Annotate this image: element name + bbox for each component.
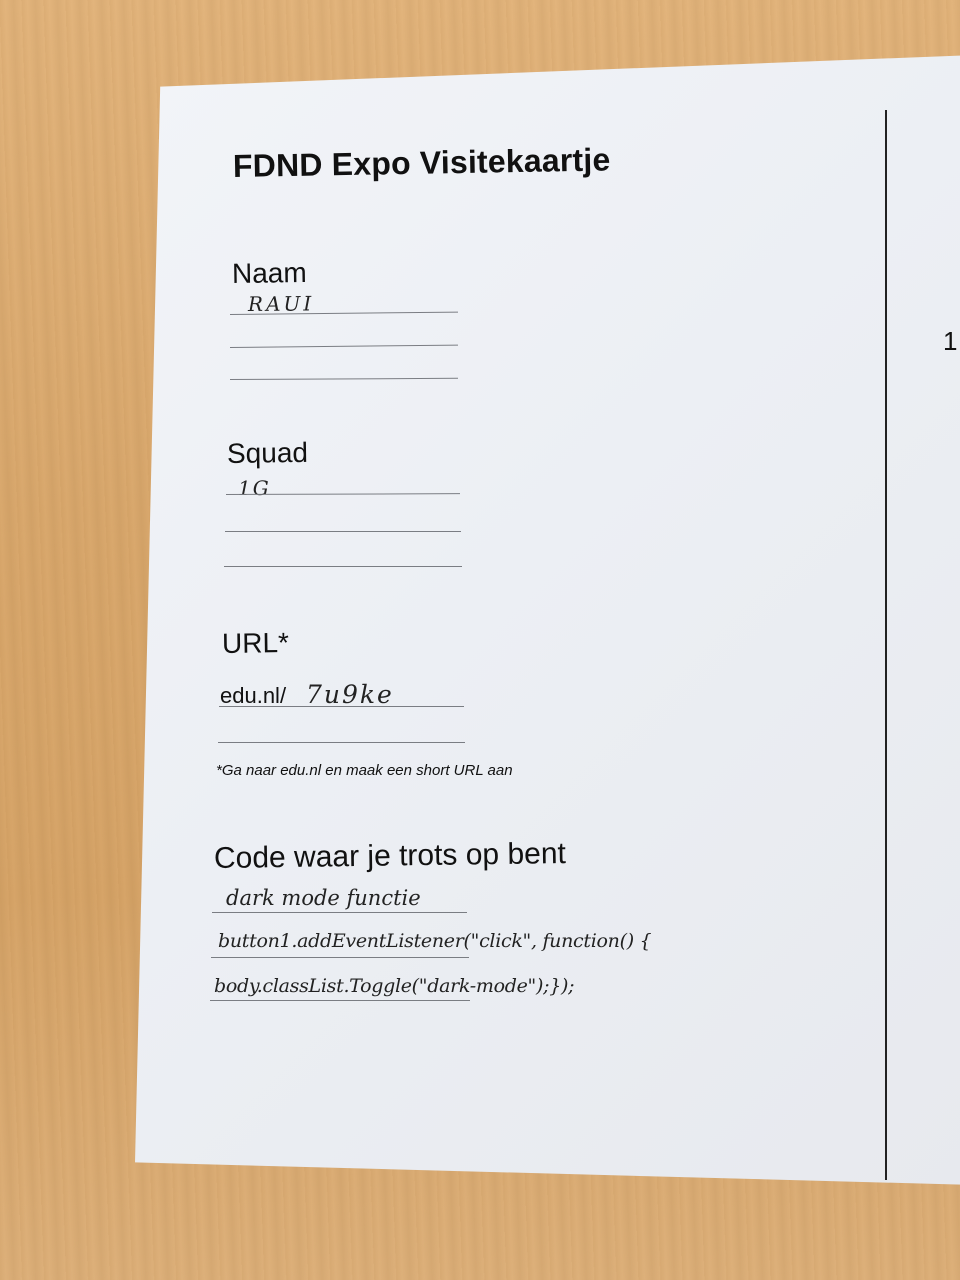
code-line-3: body.classList.Toggle("dark-mode");}); (214, 975, 575, 997)
code-line-1: dark mode functie (226, 886, 421, 910)
url-note: *Ga naar edu.nl en maak een short URL aa… (216, 762, 513, 779)
code-rule-1 (212, 912, 467, 913)
code-rule-2 (211, 957, 469, 958)
edge-number: 1 (943, 326, 958, 356)
squad-label: Squad (226, 436, 309, 469)
fold-line (885, 110, 887, 1180)
code-rule-3 (210, 1000, 470, 1001)
page-title: FDND Expo Visitekaartje (232, 141, 611, 184)
paper-sheet (135, 55, 960, 1185)
url-line-2 (218, 742, 465, 743)
squad-line-2 (225, 531, 461, 532)
squad-handwritten-value: 1G (238, 476, 271, 500)
code-label: Code waar je trots op bent (213, 837, 567, 875)
url-line-1 (219, 706, 464, 707)
name-label: Naam (231, 256, 307, 289)
squad-line-3 (224, 566, 462, 567)
code-line-2: button1.addEventListener("click", functi… (218, 930, 652, 952)
url-label: URL* (221, 627, 290, 659)
url-handwritten-value: 7u9ke (306, 680, 394, 709)
